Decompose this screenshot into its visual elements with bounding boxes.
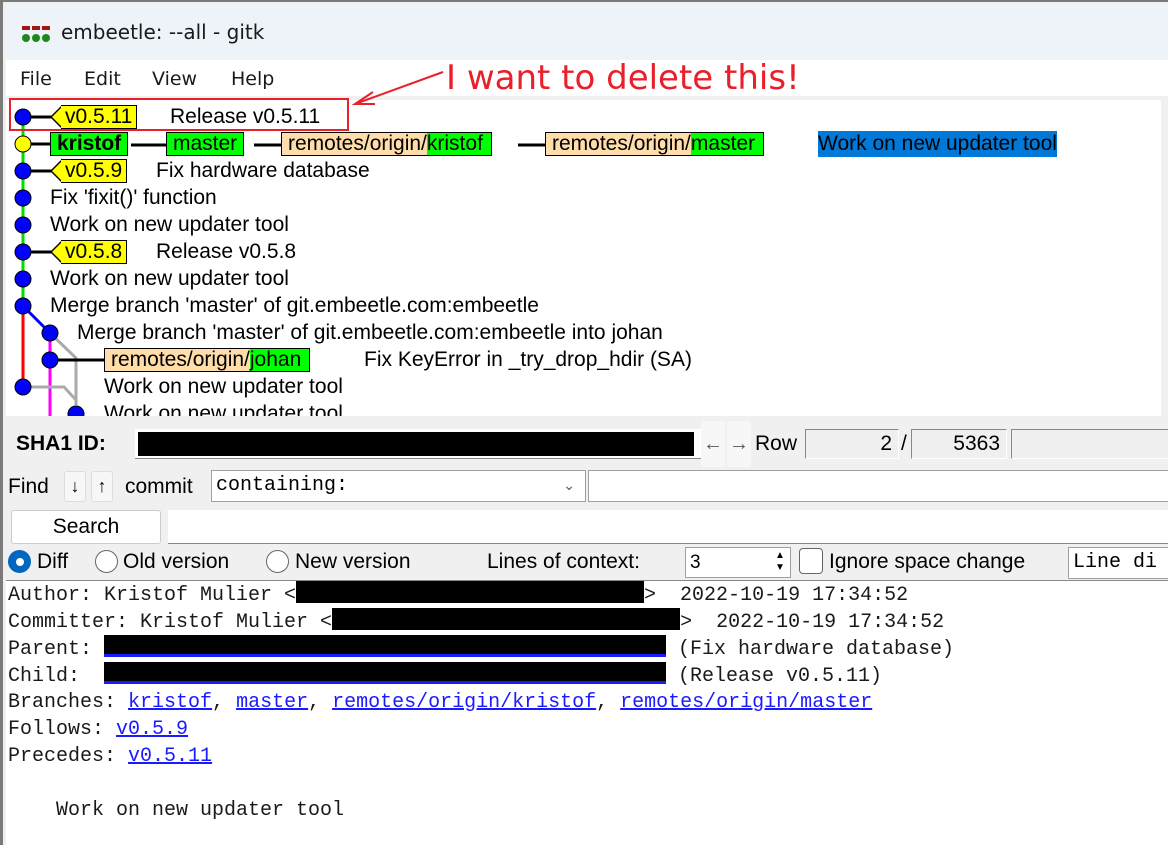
search-button[interactable]: Search	[11, 510, 161, 544]
find-mode-dropdown[interactable]: containing: ⌄	[211, 470, 586, 502]
radio-new-version-label[interactable]: New version	[295, 550, 411, 574]
row-current-field: 2	[805, 429, 899, 459]
find-input[interactable]	[588, 470, 1168, 502]
commit-dot	[41, 324, 59, 342]
commit-details-pane[interactable]: Author: Kristof Mulier < > 2022-10-19 17:…	[6, 580, 1168, 845]
annotation-arrow-icon	[351, 71, 444, 105]
sha1-input[interactable]	[135, 429, 701, 459]
graph-scrollbar[interactable]	[1161, 100, 1168, 416]
radio-diff-label[interactable]: Diff	[37, 550, 68, 574]
radio-old-version-label[interactable]: Old version	[123, 550, 229, 574]
commit-message: Fix KeyError in _try_drop_hdir (SA)	[364, 348, 692, 371]
commit-dot	[14, 216, 32, 234]
parent-sha-link[interactable]	[104, 635, 667, 657]
context-value: 3	[690, 552, 701, 573]
line-diff-dropdown[interactable]: Line di	[1068, 547, 1168, 579]
forward-button[interactable]: →	[727, 421, 751, 467]
commit-message[interactable]: Work on new updater tool	[104, 401, 343, 416]
commit-message: Release v0.5.8	[156, 240, 297, 263]
remote-branch-label[interactable]: remotes/origin/kristof	[281, 132, 492, 156]
commit-dot	[14, 243, 32, 261]
window-title: embeetle: --all - gitk	[61, 20, 265, 44]
commit-dot	[14, 162, 32, 180]
ignore-space-label[interactable]: Ignore space change	[829, 550, 1025, 574]
radio-old-version[interactable]	[95, 550, 118, 573]
follows-tag-link[interactable]: v0.5.9	[116, 718, 188, 741]
commit-graph-pane[interactable]: v0.5.11 Release v0.5.11 kristof master r…	[6, 100, 1161, 416]
annotation-text: I want to delete this!	[446, 58, 800, 98]
search-input[interactable]	[168, 510, 1168, 544]
context-spinbox[interactable]: 3 ▲ ▼	[685, 547, 791, 578]
spin-arrows-icon[interactable]: ▲ ▼	[772, 550, 788, 575]
child-line: Child: (Release v0.5.11)	[8, 662, 882, 690]
commit-dot	[14, 297, 32, 315]
committer-line: Committer: Kristof Mulier < > 2022-10-19 …	[8, 608, 944, 636]
branches-line: Branches: kristof, master, remotes/origi…	[8, 691, 873, 714]
commit-message[interactable]: Merge branch 'master' of git.embeetle.co…	[77, 320, 663, 346]
commit-message: Fix hardware database	[156, 159, 370, 182]
branch-label[interactable]: master	[166, 132, 245, 156]
title-bar: embeetle: --all - gitk	[6, 4, 1168, 60]
menu-help[interactable]: Help	[231, 68, 274, 90]
find-down-button[interactable]: ↓	[64, 471, 86, 502]
annotation-highlight-box	[9, 98, 349, 131]
menu-file[interactable]: File	[20, 68, 52, 90]
tag-label[interactable]: v0.5.8	[61, 240, 128, 264]
commit-message[interactable]: Fix 'fixit()' function	[50, 185, 217, 211]
commit-dot	[67, 405, 85, 416]
branch-link[interactable]: remotes/origin/kristof	[332, 691, 596, 714]
menu-edit[interactable]: Edit	[84, 68, 121, 90]
redacted-email	[332, 608, 681, 630]
find-label: Find	[8, 475, 49, 498]
branch-link[interactable]: kristof	[128, 691, 212, 714]
branch-link[interactable]: master	[236, 691, 308, 714]
row-total-field: 5363	[911, 429, 1007, 459]
precedes-tag-link[interactable]: v0.5.11	[128, 745, 212, 768]
redacted-sha	[138, 432, 694, 456]
branch-link[interactable]: remotes/origin/master	[620, 691, 872, 714]
commit-dot	[41, 351, 59, 369]
commit-message[interactable]: Work on new updater tool	[50, 266, 289, 292]
parent-line: Parent: (Fix hardware database)	[8, 635, 954, 663]
gitk-window: embeetle: --all - gitk File Edit View He…	[0, 0, 1168, 845]
tag-label[interactable]: v0.5.9	[61, 159, 128, 183]
commit-dot-current	[14, 135, 32, 153]
commit-message-body: Work on new updater tool	[8, 799, 345, 822]
find-up-button[interactable]: ↑	[91, 471, 113, 502]
remote-branch-label[interactable]: remotes/origin/master	[545, 132, 765, 156]
follows-line: Follows: v0.5.9	[8, 718, 189, 741]
row-label: Row	[755, 432, 798, 455]
radio-diff[interactable]	[8, 550, 31, 573]
find-mode-value: containing:	[216, 474, 349, 497]
commit-dot	[14, 378, 32, 396]
author-line: Author: Kristof Mulier < > 2022-10-19 17:…	[8, 581, 908, 609]
commit-message-selected: Work on new updater tool	[818, 131, 1057, 157]
sha1-label: SHA1 ID:	[16, 432, 106, 455]
redacted-email	[296, 581, 645, 603]
precedes-line: Precedes: v0.5.11	[8, 745, 213, 768]
commit-dot	[14, 270, 32, 288]
branch-label-current[interactable]: kristof	[50, 132, 129, 156]
commit-label: commit	[125, 475, 193, 498]
context-label: Lines of context:	[487, 550, 640, 573]
commit-dot	[14, 189, 32, 207]
commit-message[interactable]: Merge branch 'master' of git.embeetle.co…	[50, 293, 539, 319]
row-separator: /	[901, 432, 907, 455]
back-button[interactable]: ←	[701, 421, 725, 467]
menu-view[interactable]: View	[152, 68, 197, 90]
child-sha-link[interactable]	[104, 662, 667, 684]
status-field	[1011, 429, 1168, 459]
ignore-space-checkbox[interactable]	[799, 548, 823, 574]
chevron-down-icon: ⌄	[563, 478, 575, 494]
remote-branch-label[interactable]: remotes/origin/johan	[104, 348, 311, 372]
commit-message[interactable]: Work on new updater tool	[104, 374, 343, 400]
gitk-app-icon	[22, 26, 52, 42]
radio-new-version[interactable]	[266, 550, 289, 573]
commit-message[interactable]: Work on new updater tool	[50, 212, 289, 238]
